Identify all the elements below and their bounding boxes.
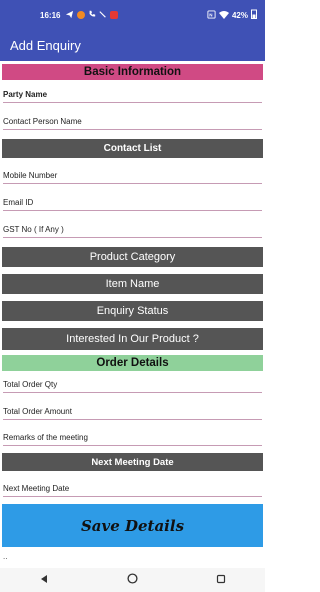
section-order-details: Order Details (2, 355, 263, 371)
wifi-icon (218, 10, 229, 21)
home-icon[interactable] (127, 573, 138, 587)
status-right-icons: N 42% (207, 9, 257, 21)
remarks-input[interactable]: Remarks of the meeting (3, 428, 262, 446)
next-meeting-date-input[interactable]: Next Meeting Date (3, 479, 262, 497)
enquiry-status-dropdown[interactable]: Enquiry Status (2, 301, 263, 321)
contact-list-button[interactable]: Contact List (2, 139, 263, 158)
party-name-input[interactable]: Party Name (3, 85, 262, 103)
item-name-dropdown[interactable]: Item Name (2, 274, 263, 294)
section-basic-information: Basic Information (2, 64, 263, 80)
total-order-amount-input[interactable]: Total Order Amount (3, 402, 262, 420)
battery-icon (251, 9, 257, 21)
contact-person-input[interactable]: Contact Person Name (3, 112, 262, 130)
svg-text:N: N (209, 12, 212, 17)
telegram-icon (65, 10, 74, 21)
status-time: 16:16 (40, 10, 61, 20)
phone-icon (88, 10, 96, 20)
footer-text: .. (3, 552, 8, 561)
mobile-number-input[interactable]: Mobile Number (3, 166, 262, 184)
page-title: Add Enquiry (10, 38, 81, 53)
total-order-qty-input[interactable]: Total Order Qty (3, 375, 262, 393)
swiggy-icon (77, 11, 86, 19)
app-bar: Add Enquiry (0, 30, 265, 61)
email-input[interactable]: Email ID (3, 193, 262, 211)
interested-product-dropdown[interactable]: Interested In Our Product ? (2, 328, 263, 350)
nfc-icon: N (207, 9, 216, 21)
save-details-button[interactable]: Save Details (2, 504, 263, 547)
status-bar: 16:16 N 42% (0, 0, 265, 30)
mail-icon (110, 11, 119, 19)
back-icon[interactable] (39, 574, 49, 587)
missed-call-icon (99, 10, 107, 20)
gst-input[interactable]: GST No ( If Any ) (3, 220, 262, 238)
system-nav-bar (0, 568, 265, 592)
next-meeting-date-header: Next Meeting Date (2, 453, 263, 471)
battery-percent: 42% (231, 10, 248, 20)
status-left-icons (65, 10, 119, 21)
recents-icon[interactable] (216, 574, 226, 587)
product-category-dropdown[interactable]: Product Category (2, 247, 263, 267)
